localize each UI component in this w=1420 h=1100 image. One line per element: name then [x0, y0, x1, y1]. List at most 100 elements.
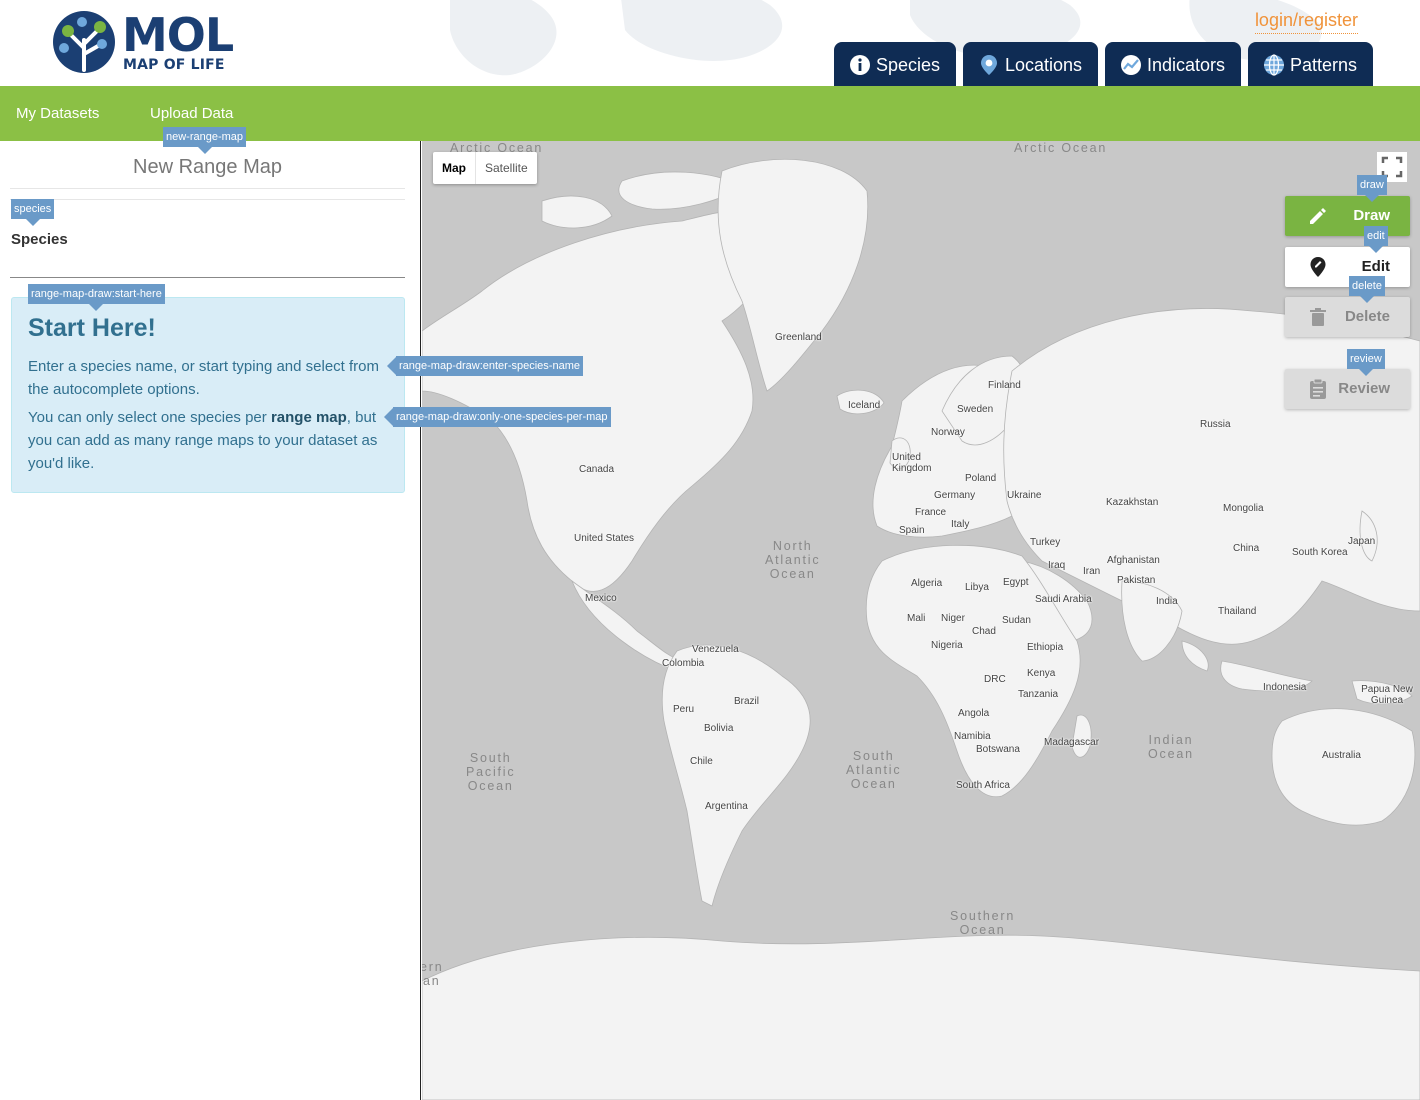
country-label: Kazakhstan [1106, 497, 1159, 508]
review-button[interactable]: Review [1285, 369, 1410, 409]
delete-button[interactable]: Delete [1285, 297, 1410, 337]
ocean-label: North Atlantic Ocean [765, 539, 820, 581]
edit-pin-icon [1310, 257, 1326, 277]
country-label: Pakistan [1117, 575, 1156, 586]
delete-label: Delete [1344, 308, 1390, 325]
help-tooltip-delete: delete [1349, 276, 1385, 303]
land-antarctica [422, 934, 1420, 1100]
country-label: India [1156, 596, 1178, 607]
ocean-label-line: Ocean [850, 777, 897, 791]
ocean-label: South Atlantic Ocean [846, 749, 901, 791]
ocean-label: Southern Ocean [950, 909, 1015, 937]
country-label: South Africa [956, 780, 1010, 791]
country-label: Algeria [911, 578, 943, 589]
divider [10, 199, 405, 200]
main-nav-tabs: Species Locations Indicators Patterns [834, 42, 1373, 86]
help-tooltip-draw: draw [1357, 175, 1387, 202]
my-datasets-link[interactable]: My Datasets [16, 105, 99, 122]
ocean-label-line: Ocean [769, 567, 816, 581]
country-label: Indonesia [1263, 682, 1307, 693]
edit-label: Edit [1361, 258, 1390, 275]
globe-grid-icon [1264, 54, 1284, 76]
ocean-label-line: Indian [1148, 733, 1194, 747]
country-label: Egypt [1003, 577, 1029, 588]
map-type-control: Map Satellite [433, 152, 537, 184]
land-indonesia [1181, 640, 1209, 672]
country-label: France [915, 507, 947, 518]
tab-indicators[interactable]: Indicators [1105, 42, 1241, 86]
edit-button[interactable]: Edit [1285, 247, 1410, 287]
country-label: DRC [984, 674, 1006, 685]
help-tooltip-species: species [11, 199, 55, 226]
logo-title: MOL [122, 8, 234, 62]
top-header: MOL MAP OF LIFE login/register Species L… [0, 0, 1420, 86]
map-type-satellite-button[interactable]: Satellite [475, 152, 537, 184]
ocean-label: Indian Ocean [1148, 733, 1194, 761]
tab-species-label: Species [876, 54, 941, 75]
ocean-label-line: ern [422, 960, 444, 974]
review-label: Review [1338, 380, 1390, 397]
country-label: Russia [1200, 419, 1231, 430]
tab-locations[interactable]: Locations [963, 42, 1098, 86]
ocean-label-line: South [852, 749, 895, 763]
country-label: Sweden [957, 404, 994, 415]
ocean-label-line: South [469, 751, 512, 765]
ocean-label-line: Ocean [467, 779, 514, 793]
country-label: Madagascar [1044, 737, 1100, 748]
ocean-label: ern an [422, 960, 443, 988]
logo-subtitle: MAP OF LIFE [123, 57, 225, 73]
help-tooltip-new-range-map: new-range-map [163, 127, 247, 154]
country-label: Chile [690, 756, 713, 767]
country-label: Iran [1083, 566, 1101, 577]
land-arctic-islands [541, 195, 613, 229]
country-label: Australia [1322, 750, 1361, 761]
ocean-label-line: Atlantic [765, 553, 821, 567]
tab-patterns[interactable]: Patterns [1248, 42, 1373, 86]
country-label: Chad [972, 626, 996, 637]
map-type-map-button[interactable]: Map [433, 152, 475, 184]
note-text-a: You can only select one species per [28, 409, 271, 426]
pencil-icon [1310, 208, 1326, 224]
country-label: United Kingdom [892, 452, 932, 474]
country-label: Mexico [585, 593, 617, 604]
one-species-note: You can only select one species per rang… [28, 406, 390, 475]
country-label: Angola [958, 708, 990, 719]
country-label: Argentina [705, 801, 748, 812]
country-label: Brazil [734, 696, 760, 707]
mol-logo[interactable]: MOL MAP OF LIFE [52, 8, 234, 76]
start-here-title: Start Here! [28, 314, 156, 342]
draw-button[interactable]: Draw [1285, 196, 1410, 236]
country-label: Ethiopia [1027, 642, 1064, 653]
world-map[interactable]: Map Satellite Arctic Ocean Arctic Ocean … [422, 141, 1420, 1100]
tab-locations-label: Locations [1005, 54, 1083, 75]
country-label: Botswana [976, 744, 1020, 755]
divider [10, 188, 405, 189]
ocean-label: Arctic Ocean [1014, 141, 1108, 155]
country-label: Greenland [775, 332, 822, 343]
country-label: Iraq [1048, 560, 1066, 571]
ocean-label-line: North [772, 539, 813, 553]
country-label: Colombia [662, 658, 705, 669]
country-label: Turkey [1030, 537, 1061, 548]
trend-chart-icon [1121, 55, 1141, 75]
country-label: Papua New Guinea [1361, 684, 1413, 706]
country-label: Ukraine [1007, 490, 1042, 501]
trash-icon [1310, 308, 1326, 326]
help-tooltip-review: review [1347, 349, 1385, 376]
login-register-link[interactable]: login/register [1254, 10, 1358, 34]
panel-title: New Range Map [133, 156, 282, 178]
country-label: Canada [579, 464, 615, 475]
map-pin-icon [981, 55, 997, 75]
tab-species[interactable]: Species [834, 42, 956, 86]
country-label: Poland [965, 473, 997, 484]
species-input[interactable] [10, 256, 405, 278]
country-label: Saudi Arabia [1035, 594, 1092, 605]
ocean-label-line: Southern [950, 909, 1016, 923]
country-label: Finland [988, 380, 1021, 391]
note-emphasis: range map [270, 409, 347, 426]
ocean-label-line: Pacific [466, 765, 516, 779]
upload-data-link[interactable]: Upload Data [150, 105, 233, 122]
start-here-instructions: Enter a species name, or start typing an… [28, 358, 379, 398]
country-label: Mongolia [1223, 503, 1264, 514]
country-label: China [1233, 543, 1260, 554]
